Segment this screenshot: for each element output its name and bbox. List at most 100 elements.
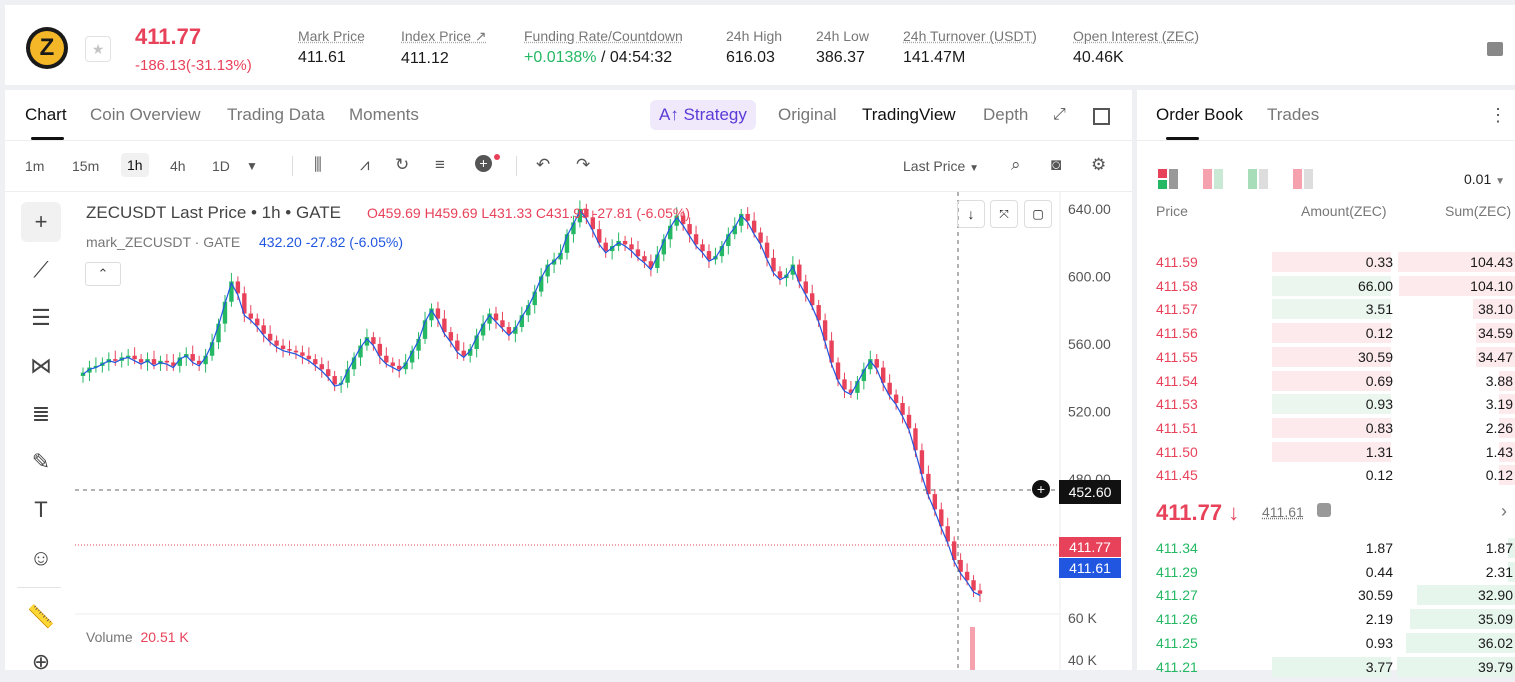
- ask-row[interactable]: 411.53 0.93 3.19: [1137, 392, 1515, 416]
- header-price: Price: [1156, 203, 1188, 219]
- search-icon[interactable]: ⌕: [1011, 155, 1021, 175]
- fib-icon[interactable]: ≣: [21, 394, 61, 434]
- stat-open-interest[interactable]: Open Interest (ZEC) 40.46K: [1073, 28, 1199, 67]
- refresh-icon[interactable]: ↻: [395, 155, 409, 175]
- ask-amount: 66.00: [1358, 278, 1393, 294]
- view-asks-icon[interactable]: [1203, 169, 1225, 189]
- collapse-icon[interactable]: ⤧: [990, 200, 1018, 228]
- view-both-icon[interactable]: [1158, 169, 1180, 189]
- candle-body: [313, 359, 317, 364]
- drawing-toolbar: + ⟋ ☰ ⋈ ≣ ✎ T ☺ 📏 ⊕: [5, 192, 71, 670]
- chevron-right-icon[interactable]: ›: [1501, 501, 1507, 522]
- stat-mark-price[interactable]: Mark Price 411.61: [298, 28, 365, 67]
- price-source-select[interactable]: Last Price ▼: [903, 158, 979, 174]
- brush-icon[interactable]: ✎: [21, 442, 61, 482]
- pattern-icon[interactable]: ⋈: [21, 346, 61, 386]
- text-tool-icon[interactable]: T: [21, 490, 61, 530]
- maximize-icon[interactable]: ▢: [1024, 200, 1052, 228]
- collapse-legend-button[interactable]: ⌃: [85, 262, 121, 286]
- bid-row[interactable]: 411.25 0.93 36.02: [1137, 631, 1515, 655]
- redo-icon[interactable]: ↷: [576, 155, 590, 175]
- chart-legend-symbol: ZECUSDT Last Price • 1h • GATE: [86, 203, 341, 223]
- volume-tick: 40 K: [1068, 652, 1097, 668]
- fullscreen-icon[interactable]: ⤢: [1053, 106, 1071, 124]
- candle-body: [745, 214, 749, 221]
- tab-chart[interactable]: Chart: [25, 105, 67, 125]
- bid-amount: 0.93: [1366, 635, 1393, 651]
- ask-row[interactable]: 411.57 3.51 38.10: [1137, 297, 1515, 321]
- bid-row[interactable]: 411.29 0.44 2.31: [1137, 560, 1515, 584]
- timeframe-1h[interactable]: 1h: [121, 153, 149, 177]
- candle-body: [191, 354, 195, 361]
- stat-24h-turnover[interactable]: 24h Turnover (USDT) 141.47M: [903, 28, 1037, 67]
- ask-sum: 34.59: [1478, 325, 1513, 341]
- timeframe-15m[interactable]: 15m: [72, 158, 99, 174]
- horizontal-lines-icon[interactable]: ☰: [21, 298, 61, 338]
- ask-row[interactable]: 411.51 0.83 2.26: [1137, 416, 1515, 440]
- book-icon[interactable]: [1487, 42, 1503, 56]
- tab-trades[interactable]: Trades: [1267, 105, 1319, 125]
- ask-price: 411.57: [1156, 301, 1198, 317]
- ask-row[interactable]: 411.54 0.69 3.88: [1137, 369, 1515, 393]
- y-tick-label: 560.00: [1068, 336, 1111, 352]
- tab-depth[interactable]: Depth: [983, 105, 1028, 125]
- timeframe-1d[interactable]: 1D: [212, 158, 230, 174]
- bid-price: 411.29: [1156, 564, 1198, 580]
- bid-price: 411.27: [1156, 587, 1198, 603]
- candles-icon[interactable]: ⫼: [314, 155, 322, 175]
- camera-icon[interactable]: ◙: [1051, 155, 1061, 175]
- precision-select[interactable]: 0.01 ▼: [1464, 171, 1505, 187]
- tab-order-book[interactable]: Order Book: [1156, 105, 1243, 125]
- view-bids-icon[interactable]: [1248, 169, 1270, 189]
- bid-row[interactable]: 411.27 30.59 32.90: [1137, 583, 1515, 607]
- candle-body: [391, 362, 395, 365]
- undo-icon[interactable]: ↶: [536, 155, 550, 175]
- crosshair-icon[interactable]: +: [21, 202, 61, 242]
- favorite-star-icon[interactable]: ★: [85, 36, 111, 62]
- tab-moments[interactable]: Moments: [349, 105, 419, 125]
- candlestick-chart[interactable]: 640.00600.00560.00520.00480.00440.00: [75, 192, 1132, 670]
- bid-amount: 0.44: [1366, 564, 1393, 580]
- ask-row[interactable]: 411.58 66.00 104.10: [1137, 274, 1515, 298]
- add-alert-icon[interactable]: +: [1032, 480, 1050, 498]
- ask-row[interactable]: 411.56 0.12 34.59: [1137, 321, 1515, 345]
- ask-amount: 30.59: [1358, 349, 1393, 365]
- timeframe-4h[interactable]: 4h: [170, 158, 186, 174]
- notification-dot: [494, 154, 500, 160]
- candle-body: [300, 352, 304, 355]
- bid-row[interactable]: 411.26 2.19 35.09: [1137, 607, 1515, 631]
- ask-row[interactable]: 411.45 0.12 0.12: [1137, 463, 1515, 487]
- tab-tradingview[interactable]: TradingView: [862, 105, 956, 125]
- tab-coin-overview[interactable]: Coin Overview: [90, 105, 201, 125]
- candle-body: [294, 351, 298, 353]
- indicators-icon[interactable]: ⩘: [360, 155, 370, 175]
- bid-row[interactable]: 411.21 3.77 39.79: [1137, 655, 1515, 679]
- ruler-icon[interactable]: 📏: [21, 597, 61, 637]
- tab-original[interactable]: Original: [778, 105, 837, 125]
- emoji-icon[interactable]: ☺: [21, 538, 61, 578]
- scroll-to-latest-icon[interactable]: ↓: [957, 200, 985, 228]
- more-options-icon[interactable]: ⋮: [1489, 105, 1507, 126]
- ask-row[interactable]: 411.50 1.31 1.43: [1137, 440, 1515, 464]
- header-sum: Sum(ZEC): [1445, 203, 1511, 219]
- mark-price-line-group: [83, 211, 980, 596]
- settings-gear-icon[interactable]: ⚙: [1091, 155, 1106, 175]
- template-icon[interactable]: ≡: [435, 155, 445, 175]
- bid-row[interactable]: 411.34 1.87 1.87: [1137, 536, 1515, 560]
- ask-amount: 3.51: [1366, 301, 1393, 317]
- window-icon[interactable]: [1093, 108, 1110, 125]
- view-sells-icon[interactable]: [1293, 169, 1315, 189]
- stat-funding-rate[interactable]: Funding Rate/Countdown +0.0138% / 04:54:…: [524, 28, 683, 67]
- funding-rate-value: +0.0138%: [524, 49, 597, 66]
- stat-index-price[interactable]: Index Price ↗ 411.12: [401, 28, 487, 68]
- candle-body: [165, 361, 169, 363]
- strategy-button[interactable]: A↑ Strategy: [650, 100, 756, 130]
- trendline-icon[interactable]: ⟋: [21, 250, 61, 290]
- ask-row[interactable]: 411.59 0.33 104.43: [1137, 250, 1515, 274]
- zoom-in-icon[interactable]: ⊕: [21, 642, 61, 682]
- add-icon[interactable]: +: [475, 155, 492, 172]
- ask-row[interactable]: 411.55 30.59 34.47: [1137, 345, 1515, 369]
- tab-trading-data[interactable]: Trading Data: [227, 105, 325, 125]
- timeframe-1m[interactable]: 1m: [25, 158, 44, 174]
- timeframe-dropdown-icon[interactable]: ▼: [246, 159, 258, 173]
